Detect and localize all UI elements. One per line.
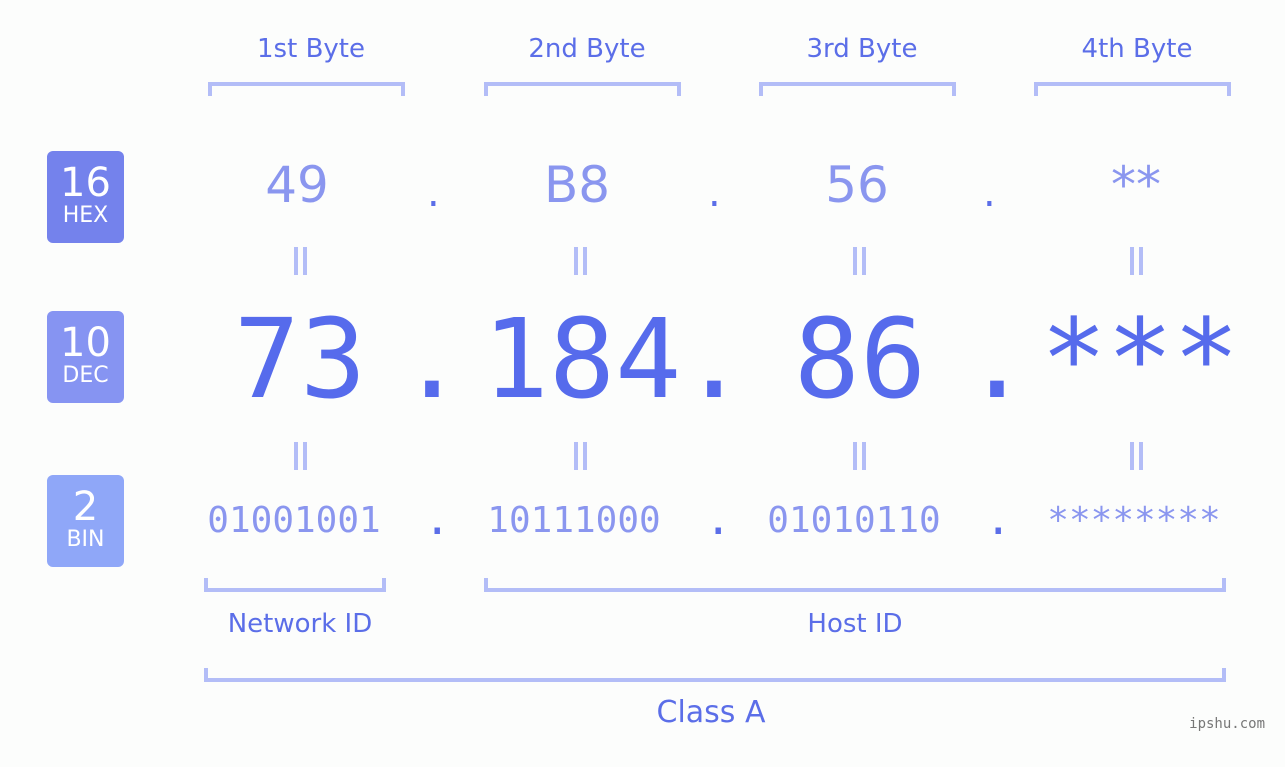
host-id-bracket <box>484 578 1226 592</box>
network-id-label: Network ID <box>227 609 373 639</box>
hex-separator-1: . <box>427 170 440 216</box>
bin-label: BIN <box>66 527 105 552</box>
byte-header-1: 1st Byte <box>257 34 365 64</box>
byte-bracket-2 <box>484 82 681 96</box>
hex-byte-2: B8 <box>543 156 611 214</box>
equals-icon <box>572 442 588 470</box>
hex-label: HEX <box>62 203 109 228</box>
bin-byte-3: 01010110 <box>767 500 941 541</box>
hex-badge: 16 HEX <box>47 151 124 243</box>
class-label: Class A <box>656 695 766 730</box>
hex-separator-3: . <box>983 170 996 216</box>
watermark: ipshu.com <box>1189 716 1265 732</box>
byte-bracket-4 <box>1034 82 1231 96</box>
bin-separator-3: . <box>985 494 1012 545</box>
equals-icon <box>851 247 867 275</box>
byte-header-2: 2nd Byte <box>528 34 646 64</box>
byte-header-4: 4th Byte <box>1081 34 1193 64</box>
bin-byte-1: 01001001 <box>207 500 381 541</box>
byte-bracket-3 <box>759 82 956 96</box>
equals-icon <box>1128 442 1144 470</box>
dec-byte-4: *** <box>1040 295 1240 423</box>
equals-icon <box>572 247 588 275</box>
equals-icon <box>1128 247 1144 275</box>
byte-bracket-1 <box>208 82 405 96</box>
hex-byte-4: ** <box>1111 156 1161 214</box>
bin-separator-2: . <box>705 494 732 545</box>
equals-icon <box>292 247 308 275</box>
bin-badge: 2 BIN <box>47 475 124 567</box>
dec-badge: 10 DEC <box>47 311 124 403</box>
bin-byte-4: ******** <box>1047 500 1221 541</box>
class-bracket <box>204 668 1226 682</box>
bin-separator-1: . <box>424 494 451 545</box>
dec-label: DEC <box>62 363 109 388</box>
equals-icon <box>292 442 308 470</box>
equals-icon <box>851 442 867 470</box>
byte-header-3: 3rd Byte <box>806 34 918 64</box>
hex-separator-2: . <box>708 170 721 216</box>
hex-byte-1: 49 <box>265 156 329 214</box>
network-id-bracket <box>204 578 386 592</box>
bin-base: 2 <box>72 484 99 530</box>
hex-byte-3: 56 <box>825 156 889 214</box>
bin-byte-2: 10111000 <box>487 500 661 541</box>
dec-base: 10 <box>60 320 111 366</box>
host-id-label: Host ID <box>807 609 903 639</box>
hex-base: 16 <box>60 160 111 206</box>
